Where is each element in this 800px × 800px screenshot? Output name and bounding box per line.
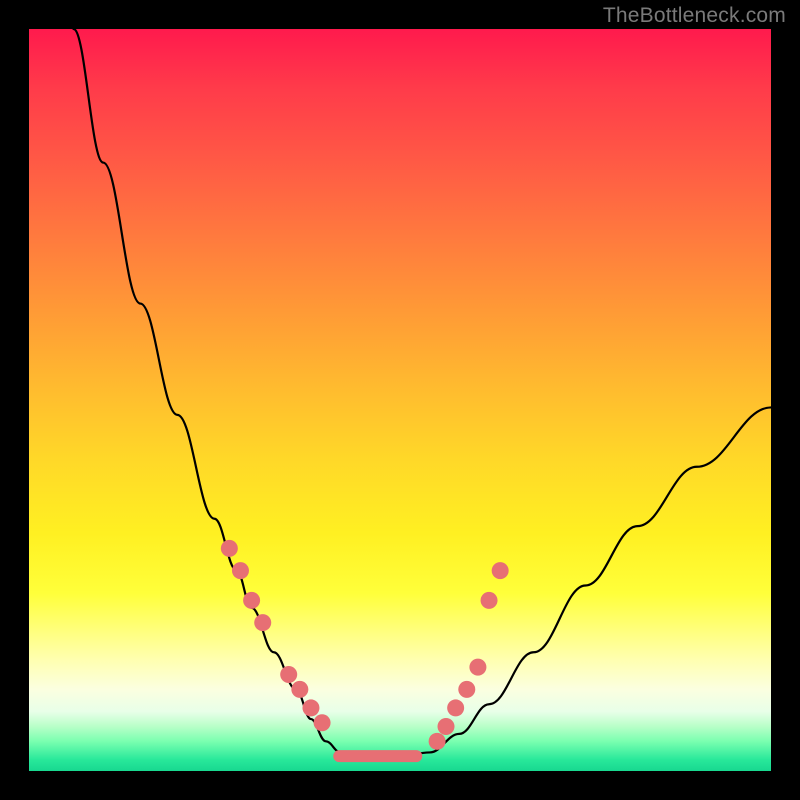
curve-dot xyxy=(232,562,249,579)
curve-dot xyxy=(438,718,455,735)
curve-dot xyxy=(314,714,331,731)
curve-dot xyxy=(481,592,498,609)
v-curve xyxy=(74,29,771,756)
chart-overlay xyxy=(29,29,771,771)
curve-dot xyxy=(429,733,446,750)
curve-dot xyxy=(458,681,475,698)
curve-dot xyxy=(302,699,319,716)
curve-dot xyxy=(469,659,486,676)
curve-dot xyxy=(254,614,271,631)
curve-dot xyxy=(243,592,260,609)
flat-band xyxy=(333,750,422,762)
curve-dot xyxy=(291,681,308,698)
watermark-text: TheBottleneck.com xyxy=(603,4,786,28)
curve-dots xyxy=(221,540,509,750)
curve-dot xyxy=(447,699,464,716)
curve-dot xyxy=(280,666,297,683)
curve-dot xyxy=(221,540,238,557)
curve-dot xyxy=(492,562,509,579)
outer-frame: TheBottleneck.com xyxy=(0,0,800,800)
